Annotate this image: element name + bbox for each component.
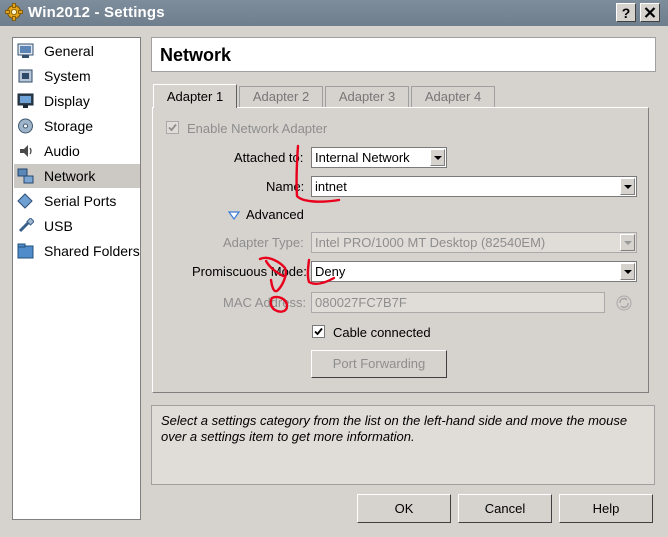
mac-address-label: MAC Address: (223, 295, 307, 310)
settings-category-list[interactable]: General System Display Storage Audio Net… (12, 37, 141, 520)
sidebar-item-storage[interactable]: Storage (14, 114, 140, 138)
storage-icon (18, 118, 33, 134)
chevron-down-icon[interactable] (620, 234, 635, 251)
audio-icon (20, 145, 32, 157)
sidebar-item-label: Shared Folders (44, 243, 140, 259)
name-value: intnet (315, 179, 347, 194)
enable-adapter-label: Enable Network Adapter (187, 121, 328, 136)
sidebar-item-label: Audio (44, 143, 80, 159)
attached-to-value: Internal Network (315, 150, 410, 165)
sidebar-item-label: Storage (44, 118, 94, 134)
close-icon (644, 7, 656, 18)
title-bar[interactable]: Win2012 - Settings ? (0, 0, 668, 26)
chevron-down-icon[interactable] (620, 178, 635, 195)
sidebar-item-shared-folders[interactable]: Shared Folders (14, 239, 140, 263)
name-label: Name: (266, 179, 305, 194)
page-title: Network (160, 45, 232, 65)
adapter-type-label: Adapter Type: (223, 235, 304, 250)
tab-adapter-2[interactable]: Adapter 2 (239, 86, 323, 107)
info-panel: Select a settings category from the list… (151, 405, 655, 485)
chevron-down-icon[interactable] (620, 263, 635, 280)
checkmark-icon (168, 123, 177, 132)
sidebar-item-network[interactable]: Network (14, 164, 140, 188)
promiscuous-mode-label: Promiscuous Mode: (192, 264, 307, 279)
sidebar-item-label: General (44, 43, 94, 59)
enable-adapter-checkbox[interactable] (166, 121, 179, 134)
cable-connected-label: Cable connected (333, 325, 431, 340)
mac-address-value: 080027FC7B7F (315, 295, 407, 310)
sidebar-item-label: Network (44, 168, 96, 184)
tab-adapter-1[interactable]: Adapter 1 (153, 84, 237, 108)
advanced-toggle-icon[interactable] (227, 209, 241, 221)
gear-icon (5, 3, 23, 21)
usb-icon (18, 218, 34, 233)
page-header: Network (151, 37, 656, 72)
advanced-toggle-label[interactable]: Advanced (246, 207, 304, 222)
help-button[interactable]: Help (559, 494, 653, 523)
sidebar-item-label: System (44, 68, 91, 84)
attached-to-select[interactable]: Internal Network (311, 147, 447, 168)
sidebar-item-serial-ports[interactable]: Serial Ports (14, 189, 140, 213)
sidebar-item-label: USB (44, 218, 73, 234)
mac-address-field[interactable]: 080027FC7B7F (311, 292, 605, 313)
help-title-button[interactable]: ? (616, 3, 636, 22)
serial-ports-icon (17, 193, 33, 209)
adapter-type-select[interactable]: Intel PRO/1000 MT Desktop (82540EM) (311, 232, 637, 253)
network-icon (17, 168, 34, 184)
tab-adapter-3[interactable]: Adapter 3 (325, 86, 409, 107)
ok-button[interactable]: OK (357, 494, 451, 523)
system-icon (18, 69, 33, 83)
promiscuous-mode-select[interactable]: Deny (311, 261, 637, 282)
attached-to-label: Attached to: (234, 150, 304, 165)
adapter-type-value: Intel PRO/1000 MT Desktop (82540EM) (315, 235, 546, 250)
port-forwarding-button[interactable]: Port Forwarding (311, 350, 447, 378)
shared-folders-icon (17, 243, 34, 259)
general-icon (17, 43, 34, 58)
sidebar-item-label: Display (44, 93, 90, 109)
settings-window: Win2012 - Settings ? General System Disp… (0, 0, 668, 537)
cable-connected-checkbox[interactable] (312, 325, 325, 338)
chevron-down-icon[interactable] (430, 149, 445, 166)
close-button[interactable] (640, 3, 660, 22)
sidebar-item-display[interactable]: Display (14, 89, 140, 113)
cancel-button[interactable]: Cancel (458, 494, 552, 523)
sidebar-item-general[interactable]: General (14, 39, 140, 63)
info-text: Select a settings category from the list… (161, 413, 628, 444)
refresh-mac-icon[interactable] (615, 294, 633, 312)
window-title: Win2012 - Settings (28, 4, 165, 21)
name-select[interactable]: intnet (311, 176, 637, 197)
sidebar-item-usb[interactable]: USB (14, 214, 140, 238)
display-icon (17, 93, 34, 108)
checkmark-icon (314, 327, 323, 336)
promiscuous-mode-value: Deny (315, 264, 346, 279)
sidebar-item-audio[interactable]: Audio (14, 139, 140, 163)
sidebar-item-system[interactable]: System (14, 64, 140, 88)
tab-adapter-4[interactable]: Adapter 4 (411, 86, 495, 107)
sidebar-item-label: Serial Ports (44, 193, 117, 209)
